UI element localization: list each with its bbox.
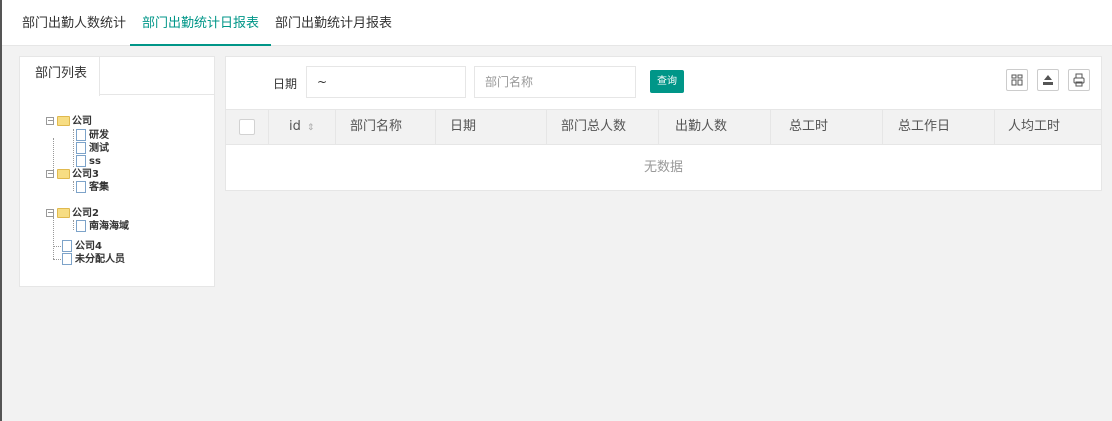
column-avg-hours[interactable]: 人均工时 [995, 110, 1101, 144]
column-label: 人均工时 [1008, 119, 1061, 134]
file-icon [76, 142, 86, 154]
tree-node-company[interactable]: − 公司 [46, 115, 92, 128]
tree-node-company4[interactable]: 公司4 [62, 240, 102, 253]
tab-dept-daily-report[interactable]: 部门出勤统计日报表 [130, 12, 272, 46]
column-label: 日期 [450, 119, 477, 134]
sort-icon[interactable]: ⇕ [307, 123, 315, 133]
tree-node-label: 未分配人员 [75, 254, 125, 265]
print-button[interactable] [1068, 69, 1090, 91]
file-icon [62, 240, 72, 252]
tree-node-keji[interactable]: 客集 [76, 181, 109, 194]
tree-connector [53, 259, 61, 260]
file-icon [76, 155, 86, 167]
file-icon [76, 129, 86, 141]
tree-node-ss[interactable]: ss [76, 155, 101, 168]
tree-connector [73, 220, 74, 230]
file-icon [76, 181, 86, 193]
export-button[interactable] [1037, 69, 1059, 91]
department-panel: 部门列表 − 公司 研发 测试 ss − 公司3 客集 − 公司2 南海海域 公司4 … [19, 56, 215, 287]
tree-node-label: 公司3 [72, 169, 99, 180]
query-button[interactable]: 查询 [650, 70, 684, 93]
tab-dept-monthly-report[interactable]: 部门出勤统计月报表 [275, 12, 392, 46]
department-name-input[interactable] [474, 66, 636, 98]
tree-node-label: 公司2 [72, 208, 99, 219]
column-dept-total[interactable]: 部门总人数 [547, 110, 659, 144]
report-panel: 日期 查询 id ⇕ 部门名称 日期 部门总人数 出勤人数 [225, 56, 1102, 191]
column-label: 部门总人数 [561, 119, 627, 134]
tree-node-company3[interactable]: − 公司3 [46, 168, 99, 181]
tree-node-label: 研发 [89, 130, 109, 141]
tree-node-rnd[interactable]: 研发 [76, 129, 109, 142]
column-label: 出勤人数 [675, 119, 728, 134]
column-total-hours[interactable]: 总工时 [771, 110, 883, 144]
file-icon [76, 220, 86, 232]
tree-node-label: ss [89, 156, 101, 167]
empty-table-message: 无数据 [643, 160, 683, 175]
date-range-input[interactable] [306, 66, 466, 98]
select-all-cell [226, 110, 269, 144]
tree-node-unassigned[interactable]: 未分配人员 [62, 253, 125, 266]
tree-connector [73, 181, 74, 191]
tree-node-label: 公司4 [75, 241, 102, 252]
print-icon [1073, 73, 1085, 87]
column-label: 总工作日 [898, 119, 951, 134]
column-id[interactable]: id ⇕ [269, 110, 336, 144]
tree-node-label: 客集 [89, 182, 109, 193]
column-date[interactable]: 日期 [436, 110, 547, 144]
table-header: id ⇕ 部门名称 日期 部门总人数 出勤人数 总工时 总工作日 人均工时 [226, 109, 1101, 145]
column-label: id [289, 119, 301, 134]
folder-icon [57, 116, 70, 126]
tree-node-label: 测试 [89, 143, 109, 154]
columns-icon [1011, 74, 1023, 86]
column-attendance[interactable]: 出勤人数 [659, 110, 771, 144]
tree-connector [53, 246, 61, 247]
tree-node-label: 南海海域 [89, 221, 129, 232]
select-all-checkbox[interactable] [239, 119, 255, 135]
tab-bar: 部门出勤人数统计 部门出勤统计日报表 部门出勤统计月报表 [2, 0, 1112, 46]
tree-connector [53, 138, 54, 170]
column-label: 总工时 [789, 119, 829, 134]
file-icon [62, 253, 72, 265]
tree-node-company2[interactable]: − 公司2 [46, 207, 99, 220]
tree-connector [53, 217, 54, 259]
tree-node-label: 公司 [72, 116, 92, 127]
tree-node-test[interactable]: 测试 [76, 142, 109, 155]
tree-node-south-sea[interactable]: 南海海域 [76, 220, 129, 233]
collapse-icon[interactable]: − [46, 117, 54, 125]
column-total-workdays[interactable]: 总工作日 [883, 110, 995, 144]
tab-department-list[interactable]: 部门列表 [20, 57, 100, 96]
column-dept-name[interactable]: 部门名称 [336, 110, 436, 144]
collapse-icon[interactable]: − [46, 170, 54, 178]
window-edge [0, 0, 2, 421]
folder-icon [57, 208, 70, 218]
collapse-icon[interactable]: − [46, 209, 54, 217]
export-icon [1043, 75, 1053, 85]
columns-button[interactable] [1006, 69, 1028, 91]
column-label: 部门名称 [350, 119, 403, 134]
folder-icon [57, 169, 70, 179]
tree-connector [73, 129, 74, 167]
tab-dept-attendance-count[interactable]: 部门出勤人数统计 [22, 12, 126, 46]
date-label: 日期 [273, 77, 298, 91]
